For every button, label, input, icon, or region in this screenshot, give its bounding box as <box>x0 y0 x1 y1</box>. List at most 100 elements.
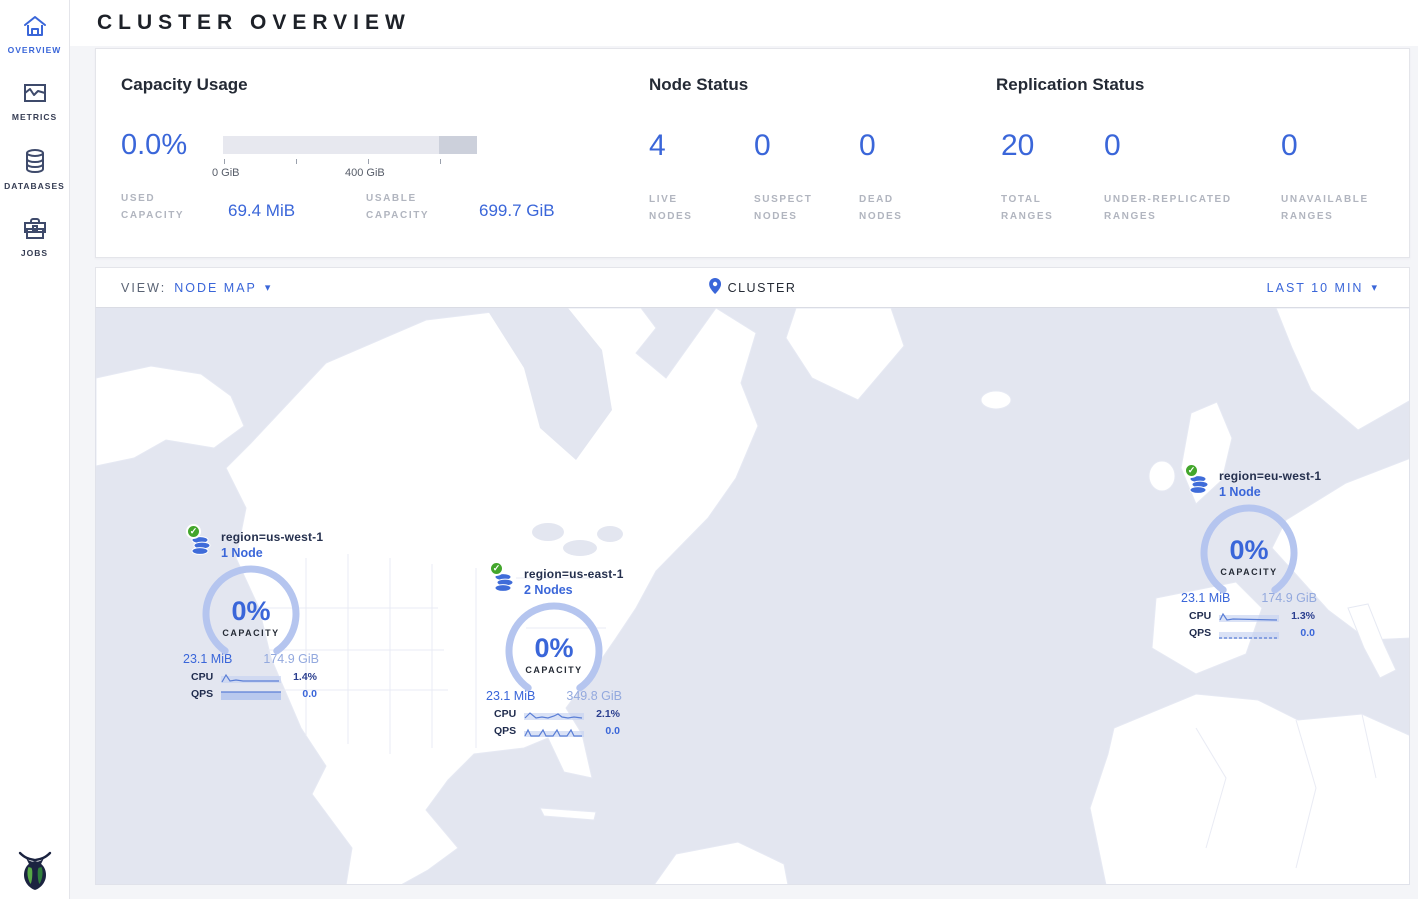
capacity-gauge: 0% CAPACITY <box>201 564 301 664</box>
database-stack-icon <box>191 536 213 561</box>
locality-us-west-1[interactable]: ✓ region=us-west-1 1 Node 0% CAPACITY 23… <box>181 528 321 700</box>
qps-value: 0.0 <box>584 725 620 737</box>
capacity-used-percent: 0.0% <box>121 129 187 162</box>
capacity-percent: 0% <box>1229 535 1268 566</box>
sidebar-item-label: METRICS <box>12 112 57 122</box>
suspect-nodes-stat: 0 SUSPECT NODES <box>754 129 826 225</box>
axis-tick-label: 400 GiB <box>345 167 385 179</box>
qps-label: QPS <box>191 688 221 700</box>
usable-capacity-value: 699.7 GiB <box>479 201 555 221</box>
unavailable-ranges-label: UNAVAILABLE RANGES <box>1281 191 1391 225</box>
chevron-down-icon: ▾ <box>1371 281 1377 294</box>
qps-value: 0.0 <box>281 688 317 700</box>
cpu-label: CPU <box>1189 610 1219 622</box>
axis-tick <box>440 159 441 164</box>
node-status-title: Node Status <box>649 75 748 95</box>
view-bar: VIEW: NODE MAP ▾ CLUSTER LAST 10 MIN ▾ <box>95 267 1410 308</box>
cluster-summary-panel: Capacity Usage Node Status Replication S… <box>95 48 1410 258</box>
capacity-gauge: 0% CAPACITY <box>1199 503 1299 603</box>
database-stack-icon <box>494 573 516 598</box>
database-icon <box>23 148 47 174</box>
qps-label: QPS <box>494 725 524 737</box>
locality-region: region=eu-west-1 <box>1219 469 1321 483</box>
cpu-value: 1.4% <box>281 671 317 683</box>
cpu-value: 1.3% <box>1279 610 1315 622</box>
axis-tick <box>224 159 225 164</box>
locality-node-count: 1 Node <box>221 546 323 560</box>
view-value: NODE MAP <box>174 281 257 295</box>
usable-capacity-label: USABLE CAPACITY <box>366 190 444 224</box>
locality-region: region=us-west-1 <box>221 530 323 544</box>
status-ok-icon: ✓ <box>489 561 504 576</box>
live-nodes-stat: 4 LIVE NODES <box>649 129 719 225</box>
used-capacity-value: 69.4 MiB <box>228 201 295 221</box>
dead-nodes-value: 0 <box>859 129 919 163</box>
axis-tick-label: 0 GiB <box>212 167 240 179</box>
cpu-label: CPU <box>494 708 524 720</box>
unavailable-ranges-stat: 0 UNAVAILABLE RANGES <box>1281 129 1391 225</box>
breadcrumb-label: CLUSTER <box>728 281 797 295</box>
sidebar-item-jobs[interactable]: JOBS <box>0 203 69 270</box>
under-replicated-ranges-label: UNDER-REPLICATED RANGES <box>1104 191 1254 225</box>
status-ok-icon: ✓ <box>186 524 201 539</box>
home-icon <box>22 14 48 38</box>
unavailable-ranges-value: 0 <box>1281 129 1391 163</box>
sidebar-item-metrics[interactable]: METRICS <box>0 67 69 134</box>
cpu-sparkline <box>1219 610 1279 621</box>
live-nodes-label: LIVE NODES <box>649 191 719 225</box>
dead-nodes-stat: 0 DEAD NODES <box>859 129 919 225</box>
status-ok-icon: ✓ <box>1184 463 1199 478</box>
qps-label: QPS <box>1189 627 1219 639</box>
dead-nodes-label: DEAD NODES <box>859 191 919 225</box>
capacity-percent: 0% <box>534 633 573 664</box>
replication-status-title: Replication Status <box>996 75 1144 95</box>
sidebar: OVERVIEW METRICS DATABASES JOBS <box>0 0 70 899</box>
under-replicated-ranges-stat: 0 UNDER-REPLICATED RANGES <box>1104 129 1254 225</box>
node-map: ✓ region=us-west-1 1 Node 0% CAPACITY 23… <box>95 308 1410 885</box>
sidebar-item-label: DATABASES <box>4 181 65 191</box>
database-stack-icon <box>1189 475 1211 500</box>
time-range-value: LAST 10 MIN <box>1267 281 1364 295</box>
capacity-label: CAPACITY <box>525 665 582 675</box>
locality-node-count: 2 Nodes <box>524 583 624 597</box>
capacity-usage-title: Capacity Usage <box>121 75 248 95</box>
view-label: VIEW: <box>121 281 166 295</box>
locality-eu-west-1[interactable]: ✓ region=eu-west-1 1 Node 0% CAPACITY 23… <box>1179 467 1319 639</box>
capacity-percent: 0% <box>231 596 270 627</box>
axis-tick <box>296 159 297 164</box>
capacity-bar-nonusable-segment <box>439 136 477 154</box>
suspect-nodes-label: SUSPECT NODES <box>754 191 826 225</box>
cpu-value: 2.1% <box>584 708 620 720</box>
capacity-label: CAPACITY <box>1220 567 1277 577</box>
used-capacity-label: USED CAPACITY <box>121 190 199 224</box>
chevron-down-icon: ▾ <box>265 281 271 294</box>
qps-sparkline <box>1219 627 1279 638</box>
locality-node-count: 1 Node <box>1219 485 1321 499</box>
live-nodes-value: 4 <box>649 129 719 163</box>
cpu-label: CPU <box>191 671 221 683</box>
briefcase-icon <box>22 217 48 241</box>
map-breadcrumb[interactable]: CLUSTER <box>709 278 797 297</box>
cpu-sparkline <box>524 708 584 719</box>
view-selector[interactable]: VIEW: NODE MAP ▾ <box>121 281 270 295</box>
sidebar-item-overview[interactable]: OVERVIEW <box>0 0 69 67</box>
qps-value: 0.0 <box>1279 627 1315 639</box>
locality-us-east-1[interactable]: ✓ region=us-east-1 2 Nodes 0% CAPACITY 2… <box>484 565 624 737</box>
qps-sparkline <box>221 688 281 699</box>
suspect-nodes-value: 0 <box>754 129 826 163</box>
time-range-selector[interactable]: LAST 10 MIN ▾ <box>1267 281 1377 295</box>
capacity-gauge: 0% CAPACITY <box>504 601 604 701</box>
under-replicated-ranges-value: 0 <box>1104 129 1254 163</box>
total-ranges-label: TOTAL RANGES <box>1001 191 1071 225</box>
cockroachdb-logo <box>0 847 70 891</box>
locality-region: region=us-east-1 <box>524 567 624 581</box>
metrics-icon <box>22 81 48 105</box>
qps-sparkline <box>524 725 584 736</box>
capacity-bar <box>223 136 477 154</box>
total-ranges-value: 20 <box>1001 129 1071 163</box>
sidebar-item-databases[interactable]: DATABASES <box>0 134 69 203</box>
axis-tick <box>368 159 369 164</box>
capacity-label: CAPACITY <box>222 628 279 638</box>
top-bar: CLUSTER OVERVIEW <box>70 0 1418 46</box>
total-ranges-stat: 20 TOTAL RANGES <box>1001 129 1071 225</box>
